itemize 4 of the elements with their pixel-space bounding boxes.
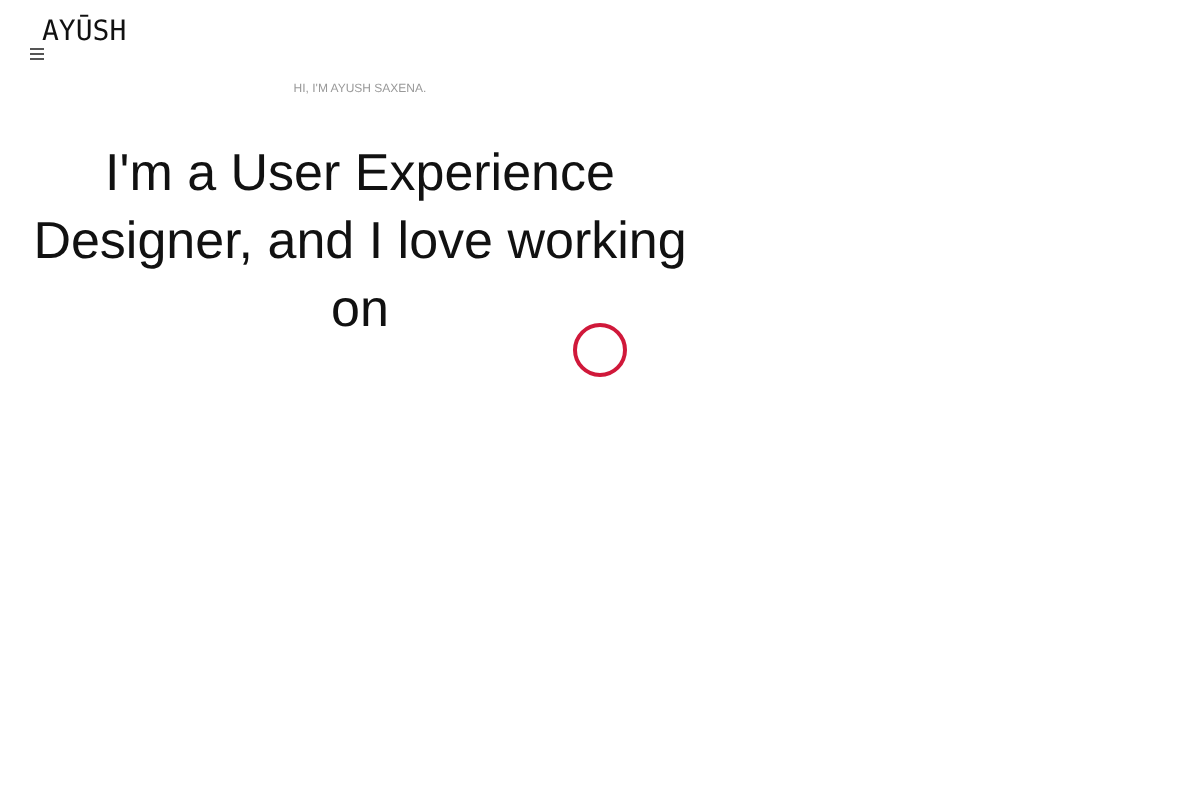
logo[interactable]: AYŪSH: [42, 16, 127, 48]
cursor-ring-icon: [572, 322, 628, 378]
menu-icon[interactable]: [30, 48, 44, 60]
headline: I'm a User Experience Designer, and I love working on: [31, 140, 689, 342]
